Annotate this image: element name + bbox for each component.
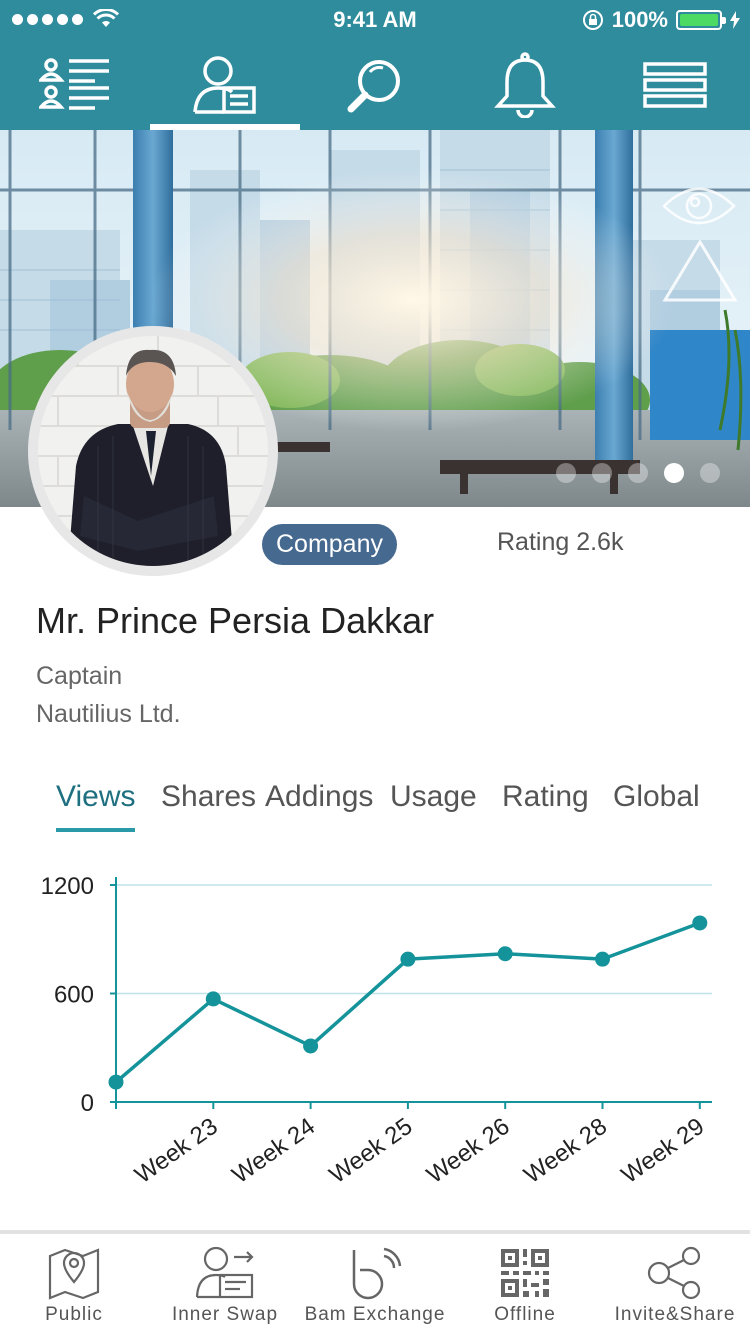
tab-views[interactable]: Views: [56, 780, 136, 832]
tab-usage[interactable]: Usage: [390, 780, 477, 826]
tab-search[interactable]: [300, 40, 450, 130]
tab-profile[interactable]: [150, 40, 300, 130]
chart-xtick-label: Week 28: [519, 1113, 612, 1189]
nav-offline[interactable]: Offline: [470, 1234, 580, 1334]
top-nav: [0, 40, 750, 130]
bell-icon: [494, 52, 556, 118]
nav-invite-share-label: Invite&Share: [614, 1304, 736, 1325]
tab-menu[interactable]: [600, 40, 750, 130]
chart-ytick-label: 1200: [41, 873, 94, 900]
card-swap-icon: [195, 1246, 254, 1299]
chart-data-point: [595, 951, 610, 967]
chart-data-point: [692, 915, 708, 931]
chart-ytick-label: 600: [54, 982, 94, 1009]
nav-inner-swap[interactable]: Inner Swap: [160, 1234, 290, 1334]
warning-icon[interactable]: [662, 238, 738, 304]
rotation-lock-icon: [582, 10, 603, 30]
line-chart: 12006000Week 23 Week 24 Week 25 Week 26 Week…: [41, 873, 712, 1189]
nav-invite-share[interactable]: Invite&Share: [608, 1234, 742, 1334]
avatar[interactable]: [28, 326, 278, 576]
tab-shares[interactable]: Shares: [161, 780, 256, 826]
chart-data-point: [400, 951, 416, 967]
stats-tab-bar: Views Shares Addings Usage Rating Global: [0, 780, 750, 832]
battery-icon: [676, 10, 726, 30]
eye-icon[interactable]: [662, 180, 736, 232]
nav-inner-swap-label: Inner Swap: [171, 1304, 279, 1325]
bam-logo-icon: [352, 1247, 402, 1300]
battery-percent: 100%: [611, 7, 668, 32]
tab-notifications[interactable]: [450, 40, 600, 130]
carousel-dot[interactable]: [592, 463, 612, 483]
status-bar: 9:41 AM 100%: [0, 0, 750, 40]
views-chart: 1200 600 0 Week 23 Week 24 Week 25 Week 26 Week…: [0, 860, 750, 1200]
profile-card-icon: [193, 56, 256, 114]
chart-xtick-label: Week 26: [422, 1113, 515, 1189]
nav-offline-label: Offline: [494, 1304, 556, 1325]
nav-bam-exchange-label: Bam Exchange: [304, 1304, 446, 1325]
chart-xtick-label: Week 25: [325, 1113, 418, 1189]
carousel-indicator[interactable]: [556, 463, 720, 483]
profile-role: Captain: [36, 662, 123, 690]
qr-code-icon: [501, 1249, 549, 1297]
map-pin-icon: [48, 1248, 100, 1300]
chart-data-point: [303, 1038, 319, 1054]
nav-bam-exchange[interactable]: Bam Exchange: [300, 1234, 450, 1334]
share-icon: [647, 1246, 701, 1300]
carousel-dot-active[interactable]: [664, 463, 684, 483]
nav-public[interactable]: Public: [14, 1234, 134, 1334]
charging-icon: [730, 11, 740, 29]
company-badge[interactable]: Company: [262, 524, 397, 565]
tab-addings[interactable]: Addings: [265, 780, 373, 826]
carousel-dot[interactable]: [628, 463, 648, 483]
profile-photo: [38, 336, 268, 566]
tab-contact-list[interactable]: [0, 40, 150, 130]
chart-data-point: [497, 946, 513, 962]
tab-global[interactable]: Global: [613, 780, 700, 826]
profile-company: Nautilius Ltd.: [36, 700, 181, 728]
carousel-dot[interactable]: [556, 463, 576, 483]
contact-list-icon: [39, 58, 109, 110]
profile-name: Mr. Prince Persia Dakkar: [36, 600, 435, 641]
rating-label: Rating 2.6k: [497, 528, 624, 556]
battery-status: 100%: [582, 7, 740, 33]
chart-series-line: [114, 921, 701, 1084]
chart-data-point: [205, 991, 221, 1007]
carousel-dot[interactable]: [700, 463, 720, 483]
nav-public-label: Public: [45, 1304, 103, 1325]
search-icon: [347, 60, 400, 113]
chart-xtick-label: Week 23: [130, 1113, 223, 1189]
tab-rating[interactable]: Rating: [502, 780, 589, 826]
chart-ytick-label: 0: [81, 1090, 94, 1117]
chart-xtick-label: Week 29: [617, 1113, 710, 1189]
chart-xtick-label: Week 24: [227, 1113, 320, 1189]
menu-icon: [643, 62, 707, 108]
bottom-nav: Public Inner Swap Bam Exchange Offline I…: [0, 1234, 750, 1334]
chart-data-point: [108, 1074, 124, 1090]
